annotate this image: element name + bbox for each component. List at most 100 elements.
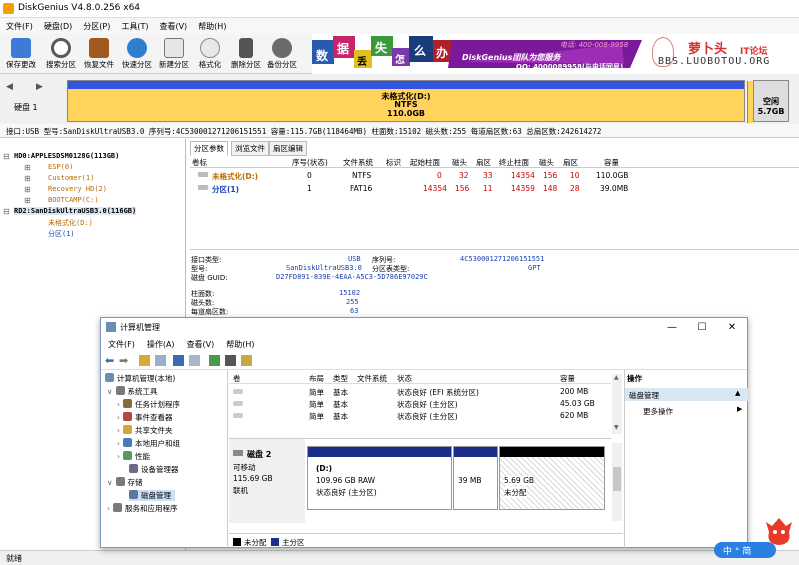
cm-titlebar[interactable]: 计算机管理 — ☐ ✕: [101, 318, 747, 337]
tree-storage[interactable]: ∨ 存储: [107, 477, 143, 488]
col-header[interactable]: 文件系统: [343, 157, 373, 168]
collapse-icon[interactable]: ⊟: [3, 152, 10, 161]
computer-management-window[interactable]: 计算机管理 — ☐ ✕ 文件(F) 操作(A) 查看(V) 帮助(H) ⬅ ➡ 计算机…: [100, 317, 748, 548]
more-actions-link[interactable]: 更多操作: [643, 406, 673, 417]
disk-info-block[interactable]: 磁盘 2 可移动 115.69 GB 联机: [229, 439, 305, 523]
disk-next-arrow-icon[interactable]: ▶: [36, 82, 43, 92]
col-header[interactable]: 文件系统: [357, 373, 387, 384]
tab-browse-files[interactable]: 浏览文件: [231, 141, 269, 156]
tree-local-users[interactable]: › 本地用户和组: [117, 438, 180, 449]
col-header[interactable]: 容量: [604, 157, 619, 168]
free-space-bar[interactable]: 空闲 5.7GB: [747, 80, 789, 123]
scroll-down-icon[interactable]: ▼: [614, 424, 619, 431]
show-hide-tree-icon[interactable]: [155, 355, 166, 366]
collapse-icon[interactable]: ⊟: [3, 207, 10, 216]
menu-help[interactable]: 帮助(H): [192, 18, 231, 32]
tree-disk-management[interactable]: 磁盘管理: [129, 490, 175, 501]
col-header[interactable]: 标识: [386, 157, 401, 168]
tree-part-1[interactable]: 分区(1): [48, 229, 75, 239]
ad-banner[interactable]: 数 据 丢 失 怎 么 办 DiskGenius团队为您服务 电话: 400-0…: [312, 34, 799, 74]
table-row[interactable]: 简单 基本 状态良好 (EFI 系统分区) 200 MB: [229, 387, 611, 398]
table-row[interactable]: 简单 基本 状态良好 (主分区) 45.03 GB: [229, 399, 611, 410]
tree-task-scheduler[interactable]: › 任务计划程序: [117, 399, 180, 410]
graph-scrollbar[interactable]: [612, 443, 622, 521]
expand-icon[interactable]: ⊞: [24, 174, 31, 183]
scroll-up-icon[interactable]: ▲: [614, 374, 619, 381]
col-header[interactable]: 容量: [560, 373, 575, 384]
cm-menu-view[interactable]: 查看(V): [180, 337, 220, 350]
properties-icon[interactable]: [189, 355, 200, 366]
forward-arrow-icon[interactable]: ➡: [119, 355, 130, 366]
expand-icon[interactable]: ⊞: [24, 185, 31, 194]
tree-device-manager[interactable]: 设备管理器: [129, 464, 179, 475]
menu-tools[interactable]: 工具(T): [115, 18, 153, 32]
expand-icon[interactable]: ⊞: [24, 163, 31, 172]
col-header[interactable]: 磁头: [452, 157, 467, 168]
back-arrow-icon[interactable]: ⬅: [105, 355, 116, 366]
refresh-icon[interactable]: [209, 355, 220, 366]
col-header[interactable]: 布局: [309, 373, 324, 384]
rescan-icon[interactable]: [241, 355, 252, 366]
tree-services-apps[interactable]: › 服务和应用程序: [107, 503, 178, 514]
quick-partition-button[interactable]: 快速分区: [119, 36, 155, 72]
expand-icon[interactable]: ⊞: [24, 196, 31, 205]
backup-partition-button[interactable]: 备份分区: [264, 36, 300, 72]
partition-39mb-block[interactable]: 39 MB: [453, 446, 498, 510]
col-header[interactable]: 起始柱面: [410, 157, 440, 168]
menu-file[interactable]: 文件(F): [0, 18, 38, 32]
col-header[interactable]: 卷标: [192, 157, 207, 168]
delete-partition-button[interactable]: 删除分区: [228, 36, 264, 72]
collapse-triangle-icon[interactable]: ▲: [735, 389, 740, 397]
help-icon[interactable]: [173, 355, 184, 366]
cm-menu-help[interactable]: 帮助(H): [219, 337, 259, 350]
minimize-button[interactable]: —: [665, 321, 679, 335]
up-folder-icon[interactable]: [139, 355, 150, 366]
tree-performance[interactable]: › 性能: [117, 451, 150, 462]
partition-bar-d[interactable]: 未格式化(D:) NTFS 110.0GB: [67, 80, 745, 122]
disk-prev-arrow-icon[interactable]: ◀: [6, 82, 13, 92]
new-partition-button[interactable]: 新建分区: [156, 36, 192, 72]
menu-view[interactable]: 查看(V): [153, 18, 192, 32]
maximize-button[interactable]: ☐: [695, 321, 709, 335]
close-button[interactable]: ✕: [725, 321, 739, 335]
small-partition-sliver[interactable]: [747, 81, 753, 123]
tab-partition-params[interactable]: 分区参数: [190, 141, 228, 156]
col-header[interactable]: 扇区: [476, 157, 491, 168]
table-row[interactable]: 分区(1) 1 FAT16 14354 156 11 14359 148 28 …: [190, 183, 799, 195]
tree-part-unformatted-d[interactable]: 未格式化(D:): [48, 218, 93, 228]
tree-shared-folders[interactable]: › 共享文件夹: [117, 425, 173, 436]
tree-part-recovery[interactable]: Recovery HD(2): [48, 185, 107, 193]
format-button[interactable]: 格式化: [192, 36, 228, 72]
recover-files-button[interactable]: 恢复文件: [81, 36, 117, 72]
cm-menu-file[interactable]: 文件(F): [101, 337, 140, 350]
menu-disk[interactable]: 硬盘(D): [38, 18, 77, 32]
ime-indicator[interactable]: 中 ° 简: [714, 542, 776, 558]
unallocated-block[interactable]: 5.69 GB 未分配: [499, 446, 605, 510]
tree-event-viewer[interactable]: › 事件查看器: [117, 412, 173, 423]
tree-disk-hd0[interactable]: HD0:APPLESDSM0128G(113GB): [14, 152, 119, 160]
col-header[interactable]: 状态: [397, 373, 412, 384]
save-changes-button[interactable]: 保存更改: [3, 36, 39, 72]
tree-part-bootcamp[interactable]: BOOTCAMP(C:): [48, 196, 99, 204]
search-partition-button[interactable]: 搜索分区: [43, 36, 79, 72]
col-header[interactable]: 磁头: [539, 157, 554, 168]
tree-part-customer[interactable]: Customer(1): [48, 174, 94, 182]
tree-part-esp[interactable]: ESP(0): [48, 163, 73, 171]
tree-system-tools[interactable]: ∨ 系统工具: [107, 386, 158, 397]
col-header[interactable]: 扇区: [563, 157, 578, 168]
col-header[interactable]: 类型: [333, 373, 348, 384]
table-row[interactable]: 简单 基本 状态良好 (主分区) 620 MB: [229, 411, 611, 422]
table-row[interactable]: 未格式化(D:) 0 NTFS 0 32 33 14354 156 10 110…: [190, 170, 799, 182]
col-header[interactable]: 终止柱面: [499, 157, 529, 168]
scroll-thumb[interactable]: [613, 467, 621, 491]
tab-sector-edit[interactable]: 扇区编辑: [269, 141, 307, 156]
partition-d-block[interactable]: (D:) 109.96 GB RAW 状态良好 (主分区): [307, 446, 452, 510]
col-header[interactable]: 序号(状态): [292, 157, 328, 168]
tree-disk-rd2[interactable]: RD2:SanDiskUltraUSB3.0(116GB): [14, 207, 137, 215]
tree-root[interactable]: 计算机管理(本地): [105, 373, 175, 384]
drive-connect-icon[interactable]: [225, 355, 236, 366]
cm-menu-action[interactable]: 操作(A): [140, 337, 180, 350]
menu-partition[interactable]: 分区(P): [77, 18, 115, 32]
volume-list-scrollbar[interactable]: ▲ ▼: [612, 374, 622, 434]
col-header[interactable]: 卷: [233, 373, 241, 384]
